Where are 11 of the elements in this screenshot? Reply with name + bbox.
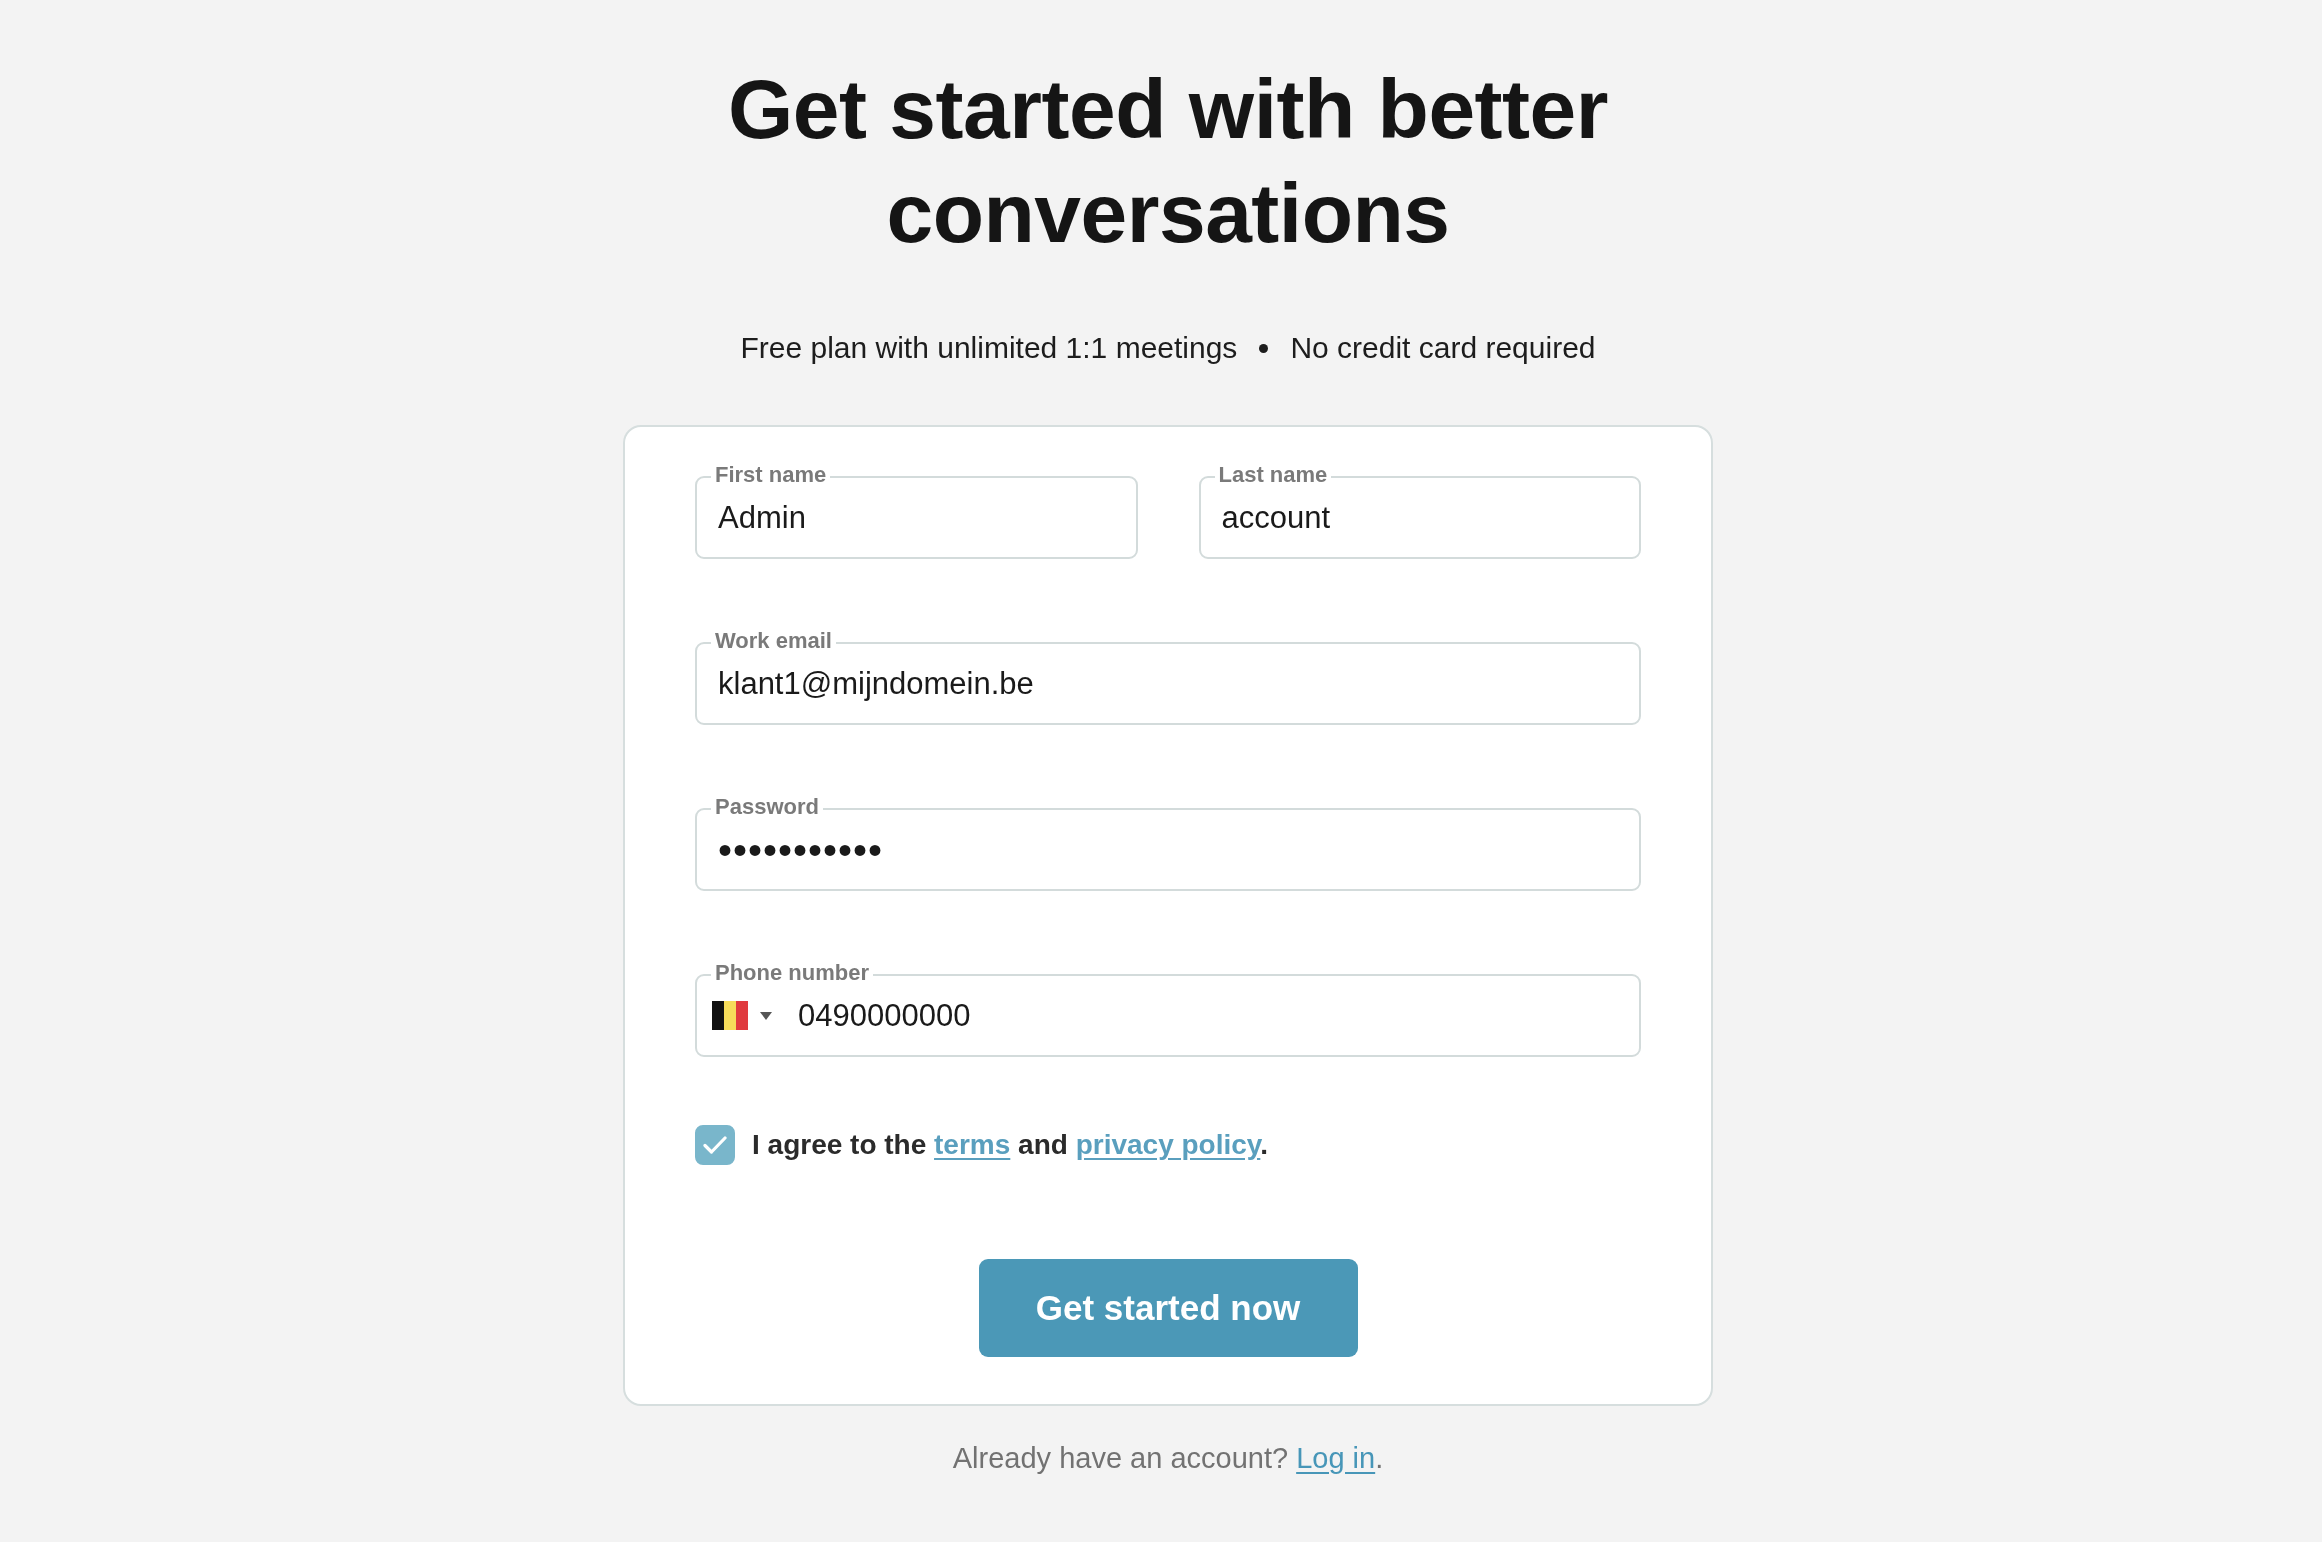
perk-text: Free plan with unlimited 1:1 meetings (740, 331, 1238, 365)
flag-icon (712, 1001, 748, 1030)
country-selector[interactable] (712, 1001, 772, 1030)
consent-text: I agree to the terms and privacy policy. (752, 1128, 1269, 1162)
page-heading: Get started with better conversations (727, 61, 1609, 262)
separator-dot-icon (1259, 343, 1269, 353)
checkbox[interactable] (695, 1125, 735, 1165)
perk-text: No credit card required (1290, 331, 1596, 365)
caret-icon (760, 1011, 772, 1020)
login-prompt: Already have an account? Log in. (952, 1441, 1384, 1476)
checkmark-icon (703, 1136, 727, 1154)
